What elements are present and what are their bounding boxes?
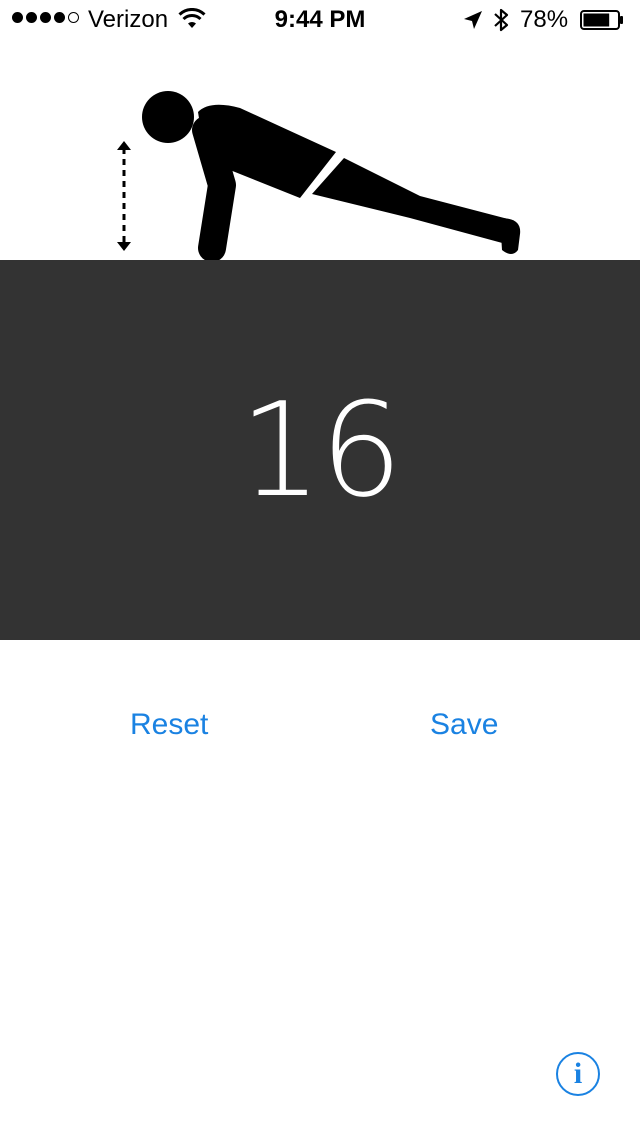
save-button[interactable]: Save: [430, 708, 498, 742]
location-arrow-icon: [464, 11, 482, 29]
app-screen: Verizon 9:44 PM 78% 16 Reset Save i: [0, 0, 640, 1136]
battery-icon: [580, 10, 623, 30]
battery-percentage: 78%: [520, 6, 569, 33]
reset-button[interactable]: Reset: [130, 708, 208, 742]
push-up-figure-icon: [117, 91, 521, 260]
counter-panel[interactable]: 16: [0, 260, 640, 640]
vertical-dashed-arrow-icon: [117, 141, 131, 251]
info-button[interactable]: i: [556, 1052, 600, 1096]
pushup-count: 16: [239, 374, 402, 526]
bluetooth-icon: [494, 8, 509, 32]
info-icon: i: [573, 1057, 583, 1090]
status-bar: Verizon 9:44 PM 78%: [0, 0, 640, 40]
